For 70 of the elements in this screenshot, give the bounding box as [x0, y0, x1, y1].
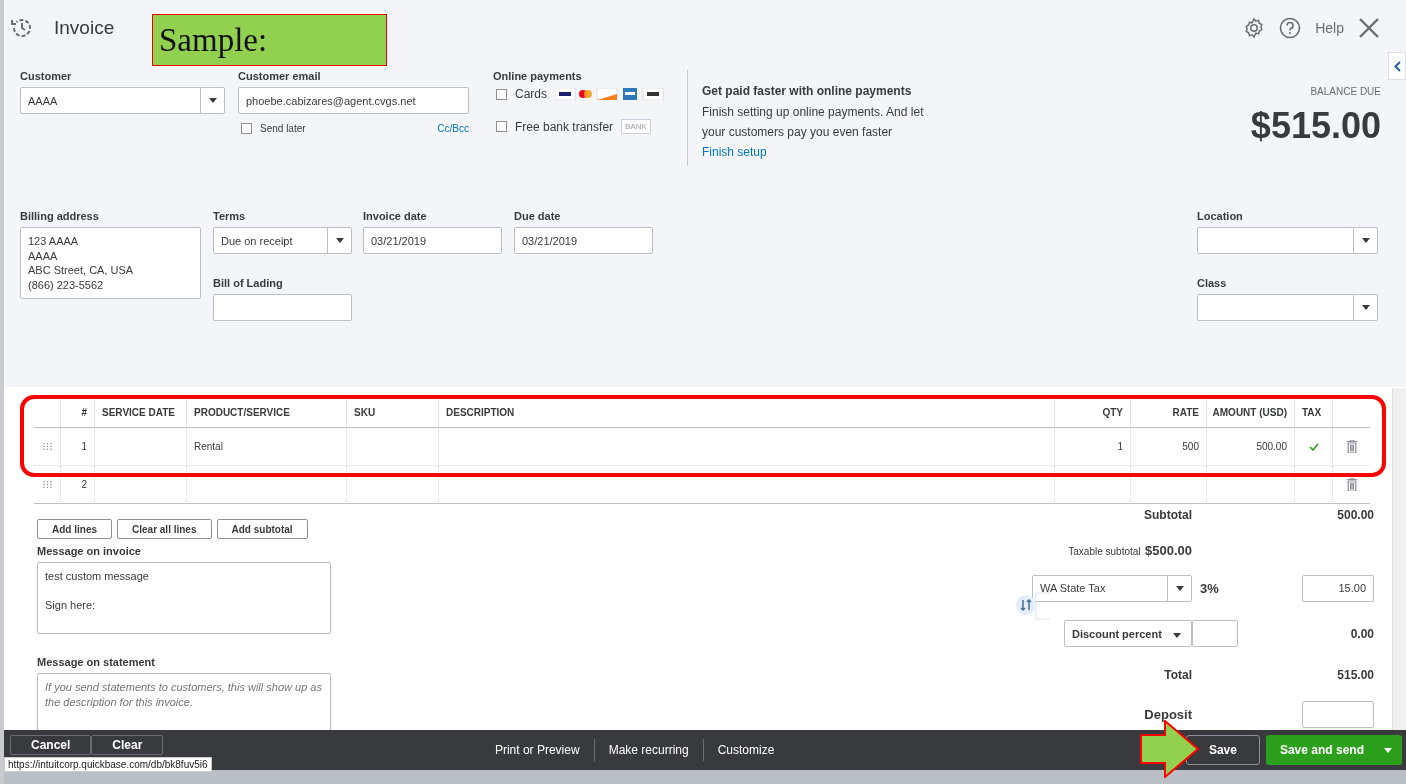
column-header: SKU: [346, 398, 438, 428]
balance-due-label: BALANCE DUE: [1310, 86, 1381, 97]
taxable-subtotal-value: $500.00: [1145, 542, 1192, 558]
field-label: Due date: [514, 210, 562, 222]
bank-badge: BANK: [621, 119, 651, 134]
invoice-message-field[interactable]: test custom message Sign here:: [37, 562, 331, 634]
field-label: Online payments: [493, 70, 583, 82]
footer-link[interactable]: Make recurring: [593, 739, 703, 761]
total-label: Total: [1163, 667, 1192, 685]
column-header: TAX: [1294, 398, 1332, 428]
terms-select[interactable]: Due on receipt: [213, 227, 352, 254]
column-header: AMOUNT (USD): [1206, 398, 1294, 428]
payment-option-label: Cards: [515, 87, 547, 101]
field-label: Bill of Lading: [213, 277, 284, 289]
table-action-button[interactable]: Clear all lines: [117, 519, 212, 539]
promo-text: Finish setting up online payments. And let your customers pay you even faster: [702, 104, 925, 141]
invoice-date-field[interactable]: 03/21/2019: [363, 227, 502, 254]
field-label: Billing address: [20, 210, 100, 222]
field-label: Customer: [20, 70, 73, 82]
deposit-label: Deposit: [1143, 705, 1192, 724]
help-link[interactable]: Help: [1315, 20, 1344, 36]
promo-title: Get paid faster with online payments: [702, 84, 913, 98]
cc-bcc-link[interactable]: Cc/Bcc: [437, 123, 469, 134]
column-header: SERVICE DATE: [94, 398, 186, 428]
field-label: Customer email: [238, 70, 322, 82]
save-button[interactable]: Save: [1185, 735, 1260, 765]
due-date-field[interactable]: 03/21/2019: [514, 227, 653, 254]
footer-link[interactable]: Customize: [702, 739, 789, 761]
field-label: Invoice date: [363, 210, 428, 222]
tax-rate: 3%: [1199, 580, 1220, 596]
status-url: https://intuitcorp.quickbase.com/db/bk8fuv5i6: [4, 757, 212, 772]
send-later-label: Send later: [260, 123, 306, 134]
annotation-label: Sample:: [152, 14, 387, 66]
discount-type-select[interactable]: Discount percent: [1064, 620, 1192, 648]
table-cell: 500: [1130, 428, 1206, 466]
billing-address-field[interactable]: 123 AAAA AAAA ABC Street, CA, USA (866) 223-5562: [20, 227, 201, 299]
column-header: #: [60, 398, 94, 428]
email-field[interactable]: phoebe.cabizares@agent.cvgs.net: [238, 87, 469, 114]
table-cell: Rental: [186, 428, 346, 466]
column-header: PRODUCT/SERVICE: [186, 398, 346, 428]
window-title: Invoice: [54, 17, 115, 39]
field-label: Message on invoice: [37, 545, 142, 557]
table-cell: 1: [60, 428, 94, 466]
field-label: Message on statement: [37, 656, 156, 668]
table-cell: 500.00: [1206, 428, 1294, 466]
column-header: RATE: [1130, 398, 1206, 428]
table-action-button[interactable]: Add subtotal: [216, 519, 308, 539]
balance-due-amount: $515.00: [1250, 105, 1381, 147]
table-cell: 1: [1054, 428, 1130, 466]
column-header: QTY: [1054, 398, 1130, 428]
footer-button[interactable]: Cancel: [10, 735, 92, 755]
tax-rate-select[interactable]: WA State Tax: [1032, 574, 1192, 602]
table-action-button[interactable]: Add lines: [37, 519, 112, 539]
tax-amount-field[interactable]: 15.00: [1302, 574, 1374, 602]
field-label: Class: [1197, 277, 1228, 289]
total-value: 515.00: [1336, 668, 1374, 683]
field-label: Location: [1197, 210, 1244, 222]
column-header: DESCRIPTION: [438, 398, 1054, 428]
finish-setup-link[interactable]: Finish setup: [702, 142, 947, 162]
subtotal-label: Subtotal: [1143, 507, 1192, 525]
statement-message-field[interactable]: If you send statements to customers, this will show up as the description for this invoice.: [37, 673, 331, 730]
discount-value: 0.00: [1349, 626, 1374, 641]
subtotal-value: 500.00: [1336, 508, 1374, 523]
taxable-subtotal-label: Taxable subtotal: [1068, 545, 1141, 557]
customer-select[interactable]: AAAA: [20, 87, 225, 114]
footer-link[interactable]: Print or Preview: [480, 739, 594, 761]
table-cell: 2: [60, 466, 94, 504]
footer-button[interactable]: Clear: [91, 735, 164, 755]
field-label: Terms: [213, 210, 247, 222]
payment-option-label: Free bank transfer: [515, 119, 614, 134]
